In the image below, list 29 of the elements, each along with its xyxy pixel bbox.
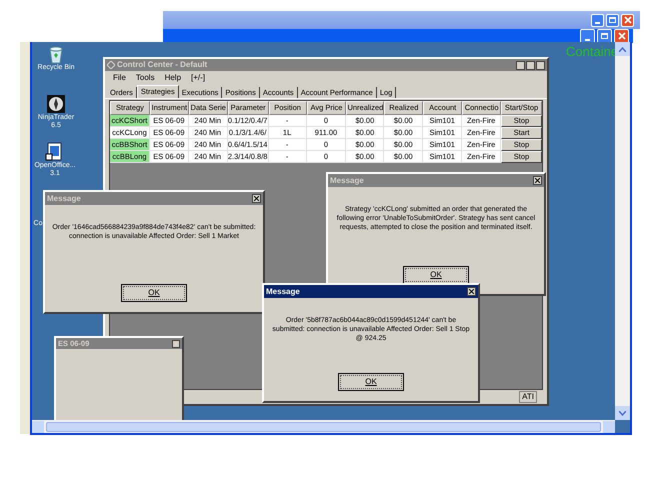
dialog-title: Message [330, 174, 364, 186]
status-text: ATI [519, 391, 537, 403]
close-button[interactable] [467, 287, 476, 296]
menu-item[interactable]: File [113, 72, 126, 84]
close-icon [469, 289, 474, 294]
ok-button[interactable]: OK [338, 373, 404, 391]
container-label: Containe [566, 43, 618, 61]
close-button[interactable] [536, 60, 545, 70]
close-icon [535, 178, 540, 183]
window-title: Control Center - Default [117, 59, 208, 71]
diamond-icon [107, 61, 115, 69]
close-button[interactable] [172, 340, 180, 348]
menu-item[interactable]: Help [164, 72, 182, 84]
menu-item[interactable]: Tools [136, 72, 155, 84]
close-button[interactable] [533, 176, 542, 185]
dialog-title: Message [266, 286, 300, 298]
minimize-button[interactable] [516, 60, 525, 70]
horizontal-scrollbar[interactable] [32, 420, 615, 433]
close-icon [618, 32, 626, 40]
disc-icon[interactable] [46, 94, 66, 114]
dialog-title: Message [47, 192, 81, 204]
ok-button[interactable]: OK [403, 266, 469, 284]
ok-button[interactable]: OK [121, 284, 187, 302]
maximize-button[interactable] [526, 60, 535, 70]
menu-item[interactable]: [+/-] [191, 72, 206, 84]
vertical-scrollbar[interactable] [615, 42, 630, 420]
close-button[interactable] [252, 194, 261, 203]
close-icon [254, 196, 259, 201]
close-icon [624, 16, 632, 24]
